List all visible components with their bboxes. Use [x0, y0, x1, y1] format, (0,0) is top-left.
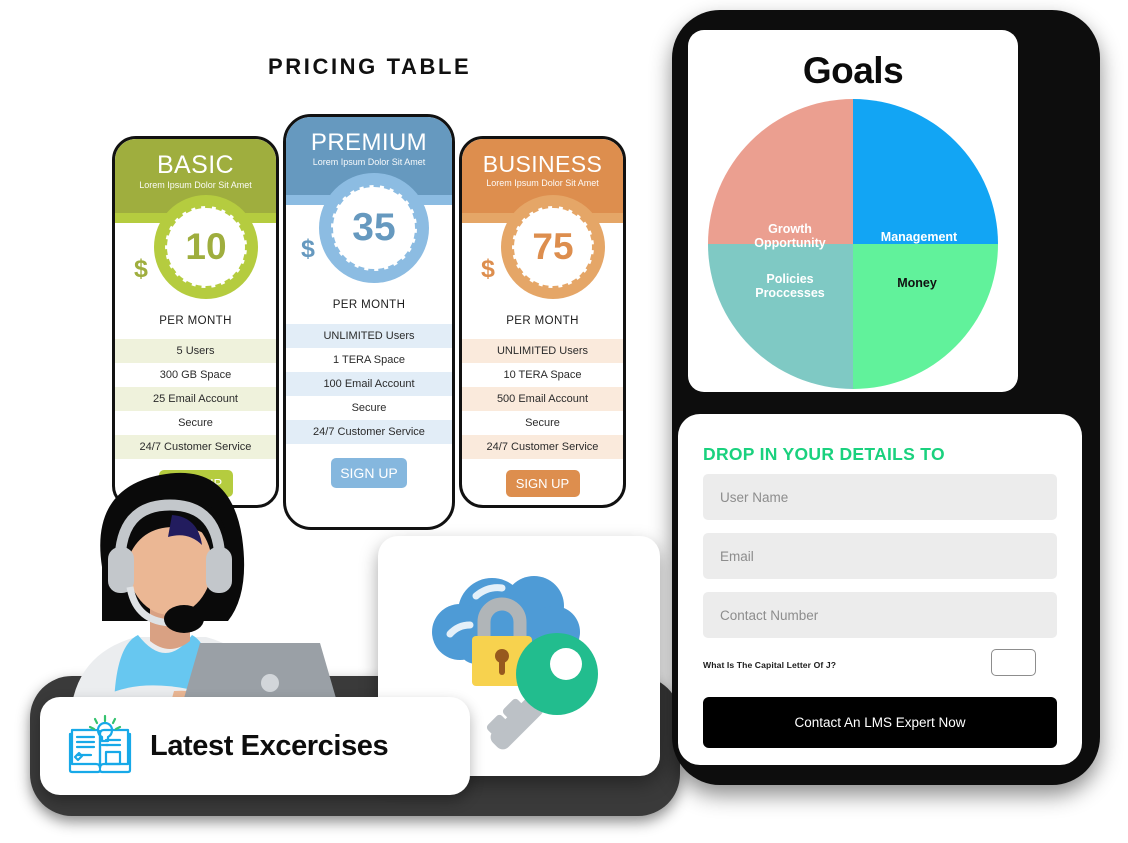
plan-price-basic: $ 10 [115, 195, 276, 319]
captcha-question: What Is The Capital Letter Of J? [703, 660, 837, 670]
goals-pie-chart: Management Money Policies Proccesses Grow… [707, 98, 999, 390]
pie-slice [853, 99, 998, 244]
plan-feature: UNLIMITED Users [462, 339, 623, 363]
plan-features-basic: 5 Users 300 GB Space 25 Email Account Secur… [115, 339, 276, 459]
plan-feature: 24/7 Customer Service [462, 435, 623, 459]
plan-features-premium: UNLIMITED Users 1 TERA Space 100 Email Acc… [286, 324, 452, 444]
latest-exercises-card[interactable]: Latest Excercises [40, 697, 470, 795]
signup-button-premium[interactable]: SIGN UP [331, 458, 407, 488]
plan-name-business: BUSINESS [482, 151, 603, 177]
pie-slice [853, 244, 998, 389]
details-form-card: DROP IN YOUR DETAILS TO What Is The Capi… [678, 414, 1082, 765]
plan-feature: Secure [462, 411, 623, 435]
plan-subtitle-business: Lorem Ipsum Dolor Sit Amet [486, 178, 599, 188]
form-title: DROP IN YOUR DETAILS TO [703, 444, 945, 464]
plan-price-business: $ 75 [462, 195, 623, 319]
plan-feature: Secure [115, 411, 276, 435]
user-name-input[interactable] [703, 474, 1057, 520]
pie-label-money: Money [897, 276, 937, 290]
currency-symbol-business: $ [481, 255, 495, 283]
plan-feature: 10 TERA Space [462, 363, 623, 387]
price-value-basic: 10 [165, 206, 247, 288]
price-value-premium: 35 [331, 185, 417, 271]
plan-features-business: UNLIMITED Users 10 TERA Space 500 Email Ac… [462, 339, 623, 459]
goals-title: Goals [802, 50, 904, 91]
plan-feature: 300 GB Space [115, 363, 276, 387]
pie-label-growth: Growth Opportunity [754, 222, 826, 251]
book-lightbulb-icon [68, 714, 132, 774]
currency-symbol-basic: $ [134, 255, 148, 283]
plan-feature: 5 Users [115, 339, 276, 363]
plan-price-premium: $ 35 [286, 173, 452, 301]
pie-label-policies: Policies Proccesses [755, 272, 825, 301]
plan-subtitle-basic: Lorem Ipsum Dolor Sit Amet [139, 180, 252, 190]
plan-subtitle-premium: Lorem Ipsum Dolor Sit Amet [312, 157, 426, 167]
contact-expert-button[interactable]: Contact An LMS Expert Now [703, 697, 1057, 748]
price-value-business: 75 [512, 206, 594, 288]
captcha-answer-input[interactable] [991, 649, 1036, 676]
pie-label-management: Management [880, 230, 958, 244]
plan-feature: 500 Email Account [462, 387, 623, 411]
email-input[interactable] [703, 533, 1057, 579]
latest-exercises-label: Latest Excercises [150, 729, 389, 762]
plan-feature: 100 Email Account [286, 372, 452, 396]
pie-slice [708, 244, 853, 389]
plan-feature: 1 TERA Space [286, 348, 452, 372]
pricing-table-title: PRICING TABLE [268, 54, 472, 79]
goals-card: Goals Management Money Policies Proccesse… [688, 30, 1018, 392]
plan-feature: Secure [286, 396, 452, 420]
plan-feature: UNLIMITED Users [286, 324, 452, 348]
pricing-card-business: BUSINESS Lorem Ipsum Dolor Sit Amet $ 75… [459, 136, 626, 508]
pricing-card-premium: PREMIUM Lorem Ipsum Dolor Sit Amet $ 35 … [283, 114, 455, 530]
plan-feature: 24/7 Customer Service [286, 420, 452, 444]
plan-name-premium: PREMIUM [310, 129, 428, 156]
contact-number-input[interactable] [703, 592, 1057, 638]
currency-symbol-premium: $ [301, 235, 315, 263]
plan-feature: 25 Email Account [115, 387, 276, 411]
composite-canvas: Goals Management Money Policies Proccesse… [0, 0, 1128, 843]
plan-name-basic: BASIC [156, 151, 235, 179]
signup-button-business[interactable]: SIGN UP [505, 470, 580, 497]
